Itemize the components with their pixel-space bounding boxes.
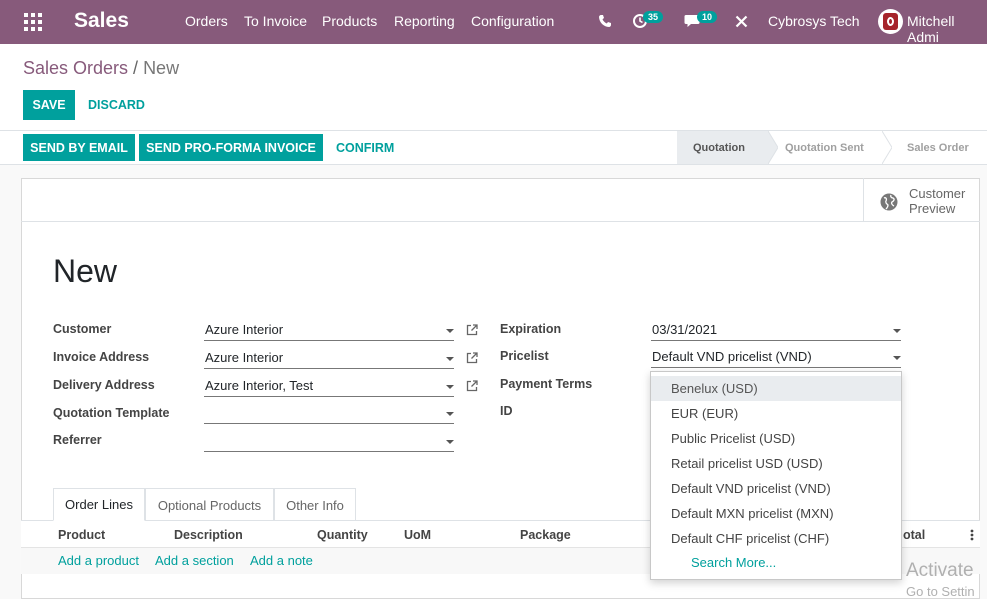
confirm-button[interactable]: Confirm xyxy=(336,141,394,155)
stage-quotation-sent[interactable]: Quotation Sent xyxy=(785,131,864,164)
breadcrumb-separator: / xyxy=(133,58,139,78)
add-section-link[interactable]: Add a section xyxy=(155,553,234,568)
delivery-address-field[interactable]: Azure Interior, Test xyxy=(204,377,454,397)
send-by-email-button[interactable]: Send by Email xyxy=(23,134,135,161)
pricelist-dropdown: Benelux (USD) EUR (EUR) Public Pricelist… xyxy=(650,371,902,580)
customer-label: Customer xyxy=(53,322,112,336)
column-quantity[interactable]: Quantity xyxy=(317,528,368,542)
stage-quotation[interactable]: Quotation xyxy=(677,131,769,164)
customer-preview-line1: Customer xyxy=(909,186,966,201)
stage-sales-order[interactable]: Sales Order xyxy=(907,131,969,164)
chevron-down-icon[interactable] xyxy=(446,412,454,416)
menu-to-invoice[interactable]: To Invoice xyxy=(244,13,307,29)
pricelist-option[interactable]: Default VND pricelist (VND) xyxy=(651,476,901,501)
activation-watermark-sub: Go to Settin xyxy=(906,584,975,599)
column-description[interactable]: Description xyxy=(174,528,243,542)
apps-menu-icon[interactable] xyxy=(24,13,42,31)
discard-button[interactable]: Discard xyxy=(88,98,145,112)
user-menu[interactable]: Mitchell Admi xyxy=(907,13,987,45)
column-subtotal[interactable]: otal xyxy=(903,528,925,542)
stage-arrow xyxy=(768,131,778,164)
pricelist-option[interactable]: Benelux (USD) xyxy=(651,376,901,401)
form-statusbar: Send by Email Send Pro-Forma Invoice Con… xyxy=(0,130,987,165)
pricelist-option[interactable]: Public Pricelist (USD) xyxy=(651,426,901,451)
user-avatar[interactable] xyxy=(878,9,903,34)
chevron-down-icon[interactable] xyxy=(446,440,454,444)
customer-preview-button[interactable]: Customer Preview xyxy=(863,178,980,221)
chevron-down-icon[interactable] xyxy=(446,385,454,389)
pricelist-option[interactable]: Default MXN pricelist (MXN) xyxy=(651,501,901,526)
expiration-field[interactable]: 03/31/2021 xyxy=(651,321,901,341)
breadcrumb-current: New xyxy=(143,58,180,78)
id-label: ID xyxy=(500,404,513,418)
app-brand[interactable]: Sales xyxy=(74,9,129,33)
expiration-label: Expiration xyxy=(500,322,562,336)
top-navbar: Sales Orders To Invoice Products Reporti… xyxy=(0,0,987,45)
customer-field[interactable]: Azure Interior xyxy=(204,321,454,341)
search-more-link[interactable]: Search More... xyxy=(691,555,776,570)
quotation-template-label: Quotation Template xyxy=(53,406,170,420)
referrer-label: Referrer xyxy=(53,433,102,447)
column-package[interactable]: Package xyxy=(520,528,571,542)
record-title: New xyxy=(53,253,118,289)
chevron-down-icon[interactable] xyxy=(446,357,454,361)
chevron-down-icon[interactable] xyxy=(893,356,901,360)
menu-configuration[interactable]: Configuration xyxy=(471,13,554,29)
message-count-badge: 10 xyxy=(697,11,718,23)
quotation-template-field[interactable] xyxy=(204,404,454,424)
menu-reporting[interactable]: Reporting xyxy=(394,13,455,29)
column-uom[interactable]: UoM xyxy=(404,528,431,542)
activation-watermark: Activate xyxy=(906,560,974,581)
breadcrumb: Sales Orders / New xyxy=(23,58,179,79)
stage-divider xyxy=(882,131,892,164)
delivery-address-label: Delivery Address xyxy=(53,378,155,392)
pricelist-label: Pricelist xyxy=(500,349,549,363)
smart-button-box: Customer Preview xyxy=(21,178,980,222)
chevron-down-icon[interactable] xyxy=(893,329,901,333)
phone-icon[interactable] xyxy=(598,14,612,28)
invoice-address-field[interactable]: Azure Interior xyxy=(204,349,454,369)
external-link-icon[interactable] xyxy=(466,352,478,364)
add-note-link[interactable]: Add a note xyxy=(250,553,313,568)
add-product-link[interactable]: Add a product xyxy=(58,553,139,568)
invoice-address-label: Invoice Address xyxy=(53,350,150,364)
customer-preview-line2: Preview xyxy=(909,201,956,216)
tab-other-info[interactable]: Other Info xyxy=(274,488,356,521)
pricelist-field[interactable]: Default VND pricelist (VND) xyxy=(651,348,901,368)
tools-icon[interactable] xyxy=(735,15,748,28)
activity-count-badge: 35 xyxy=(643,11,664,23)
menu-orders[interactable]: Orders xyxy=(185,13,228,29)
save-button[interactable]: Save xyxy=(23,90,75,120)
payment-terms-label: Payment Terms xyxy=(500,377,593,391)
send-proforma-invoice-button[interactable]: Send Pro-Forma Invoice xyxy=(139,134,323,161)
pricelist-option[interactable]: EUR (EUR) xyxy=(651,401,901,426)
column-product[interactable]: Product xyxy=(58,528,105,542)
tab-optional-products[interactable]: Optional Products xyxy=(145,488,274,521)
referrer-field[interactable] xyxy=(204,432,454,452)
breadcrumb-sales-orders[interactable]: Sales Orders xyxy=(23,58,128,78)
optional-columns-icon[interactable] xyxy=(969,529,975,541)
chevron-down-icon[interactable] xyxy=(446,329,454,333)
pricelist-option[interactable]: Default CHF pricelist (CHF) xyxy=(651,526,901,551)
external-link-icon[interactable] xyxy=(466,324,478,336)
globe-icon xyxy=(880,193,898,211)
pricelist-option[interactable]: Retail pricelist USD (USD) xyxy=(651,451,901,476)
external-link-icon[interactable] xyxy=(466,380,478,392)
tab-order-lines[interactable]: Order Lines xyxy=(53,488,145,521)
menu-products[interactable]: Products xyxy=(322,13,377,29)
company-switcher[interactable]: Cybrosys Tech xyxy=(768,13,860,29)
